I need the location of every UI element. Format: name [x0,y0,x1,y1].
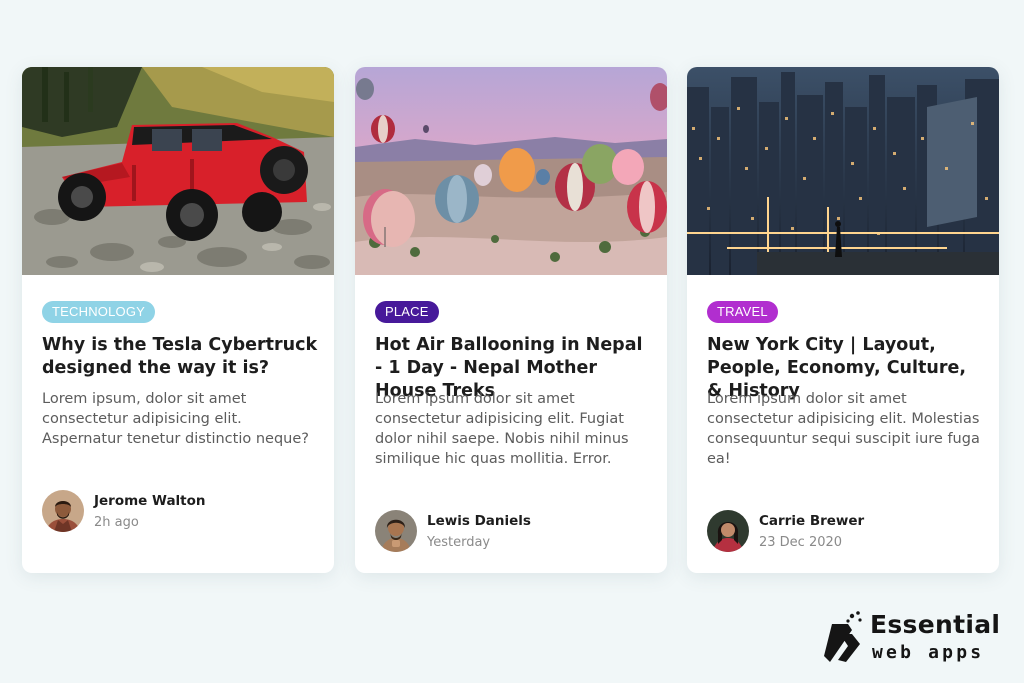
card-image-nyc[interactable] [687,67,999,275]
balloons-image [355,67,667,275]
city-image [687,67,999,275]
brand-tagline: web apps [872,642,985,663]
category-badge[interactable]: PLACE [375,301,439,323]
article-card[interactable]: PLACE Hot Air Ballooning in Nepal - 1 Da… [355,67,667,573]
card-author: Jerome Walton 2h ago [42,490,322,534]
author-name[interactable]: Carrie Brewer [759,513,864,529]
card-image-balloons[interactable] [355,67,667,275]
brand-logo: Essential web apps [822,606,1002,668]
post-time: Yesterday [427,535,491,550]
author-name[interactable]: Jerome Walton [94,493,206,509]
category-badge[interactable]: TECHNOLOGY [42,301,156,323]
card-excerpt: Lorem ipsum dolor sit amet consectetur a… [707,391,980,467]
post-time: 2h ago [94,515,139,530]
avatar[interactable] [375,510,417,552]
avatar[interactable] [707,510,749,552]
card-title[interactable]: Why is the Tesla Cybertruck designed the… [42,334,322,380]
author-name[interactable]: Lewis Daniels [427,513,531,529]
avatar[interactable] [42,490,84,532]
card-author: Lewis Daniels Yesterday [375,510,655,554]
card-image-jeep[interactable] [22,67,334,275]
card-excerpt: Lorem ipsum, dolor sit amet consectetur … [42,391,309,447]
card-grid: TECHNOLOGY Why is the Tesla Cybertruck d… [22,67,999,573]
essential-web-apps-logo-icon [824,611,862,662]
jeep-image [22,67,334,275]
article-card[interactable]: TECHNOLOGY Why is the Tesla Cybertruck d… [22,67,334,573]
card-author: Carrie Brewer 23 Dec 2020 [707,510,987,554]
post-time: 23 Dec 2020 [759,535,843,550]
avatar-image [375,510,417,552]
avatar-image [707,510,749,552]
brand-name: Essential [870,610,1001,639]
avatar-image [42,490,84,532]
card-excerpt: Lorem ipsum dolor sit amet consectetur a… [375,391,629,467]
category-badge[interactable]: TRAVEL [707,301,778,323]
article-card[interactable]: TRAVEL New York City | Layout, People, E… [687,67,999,573]
